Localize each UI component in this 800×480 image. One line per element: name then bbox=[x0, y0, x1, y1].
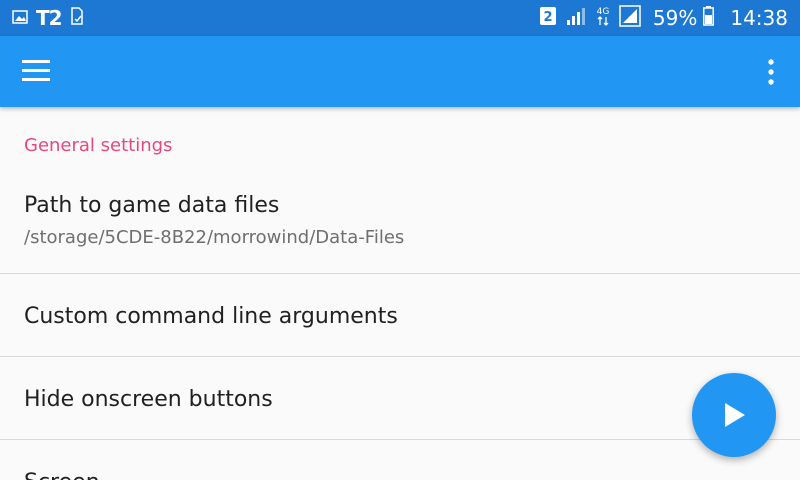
pref-command-line-args[interactable]: Custom command line arguments bbox=[0, 274, 800, 356]
pref-title: Path to game data files bbox=[24, 193, 280, 218]
sim-slot-label: 2 bbox=[543, 10, 552, 25]
play-fab-button[interactable] bbox=[692, 373, 776, 457]
battery-icon bbox=[703, 6, 715, 30]
more-vert-icon[interactable] bbox=[766, 58, 776, 86]
pref-game-data-path[interactable]: Path to game data files /storage/5CDE-8B… bbox=[0, 177, 800, 273]
pref-title: Screen bbox=[24, 470, 100, 480]
section-header-general: General settings bbox=[24, 135, 173, 156]
sim-slot-icon: 2 bbox=[539, 6, 557, 30]
image-notification-icon bbox=[12, 9, 28, 28]
pref-hide-onscreen-buttons[interactable]: Hide onscreen buttons bbox=[0, 357, 800, 439]
clock: 14:38 bbox=[730, 6, 788, 30]
status-bar-left: T2 bbox=[12, 0, 92, 36]
carrier-label: T2 bbox=[36, 6, 63, 30]
pref-title: Hide onscreen buttons bbox=[24, 387, 273, 412]
signal-icon bbox=[565, 6, 587, 30]
pref-screen[interactable]: Screen bbox=[0, 440, 800, 480]
pref-title: Custom command line arguments bbox=[24, 304, 398, 329]
app-bar bbox=[0, 36, 800, 107]
settings-list: General settings Path to game data files… bbox=[0, 107, 800, 480]
battery-percent: 59% bbox=[652, 6, 698, 30]
hamburger-menu-icon[interactable] bbox=[22, 60, 50, 82]
play-icon bbox=[725, 403, 745, 427]
pref-summary: /storage/5CDE-8B22/morrowind/Data-Files bbox=[24, 227, 405, 248]
status-bar-right: 2 4G 59% 14:38 bbox=[539, 0, 788, 36]
data-arrows-icon: 4G bbox=[595, 5, 611, 31]
signal-box-icon bbox=[619, 5, 641, 31]
status-bar: T2 2 4G 59% 14:38 bbox=[0, 0, 800, 36]
sim-icon bbox=[70, 7, 84, 29]
network-type-label: 4G bbox=[597, 7, 610, 17]
